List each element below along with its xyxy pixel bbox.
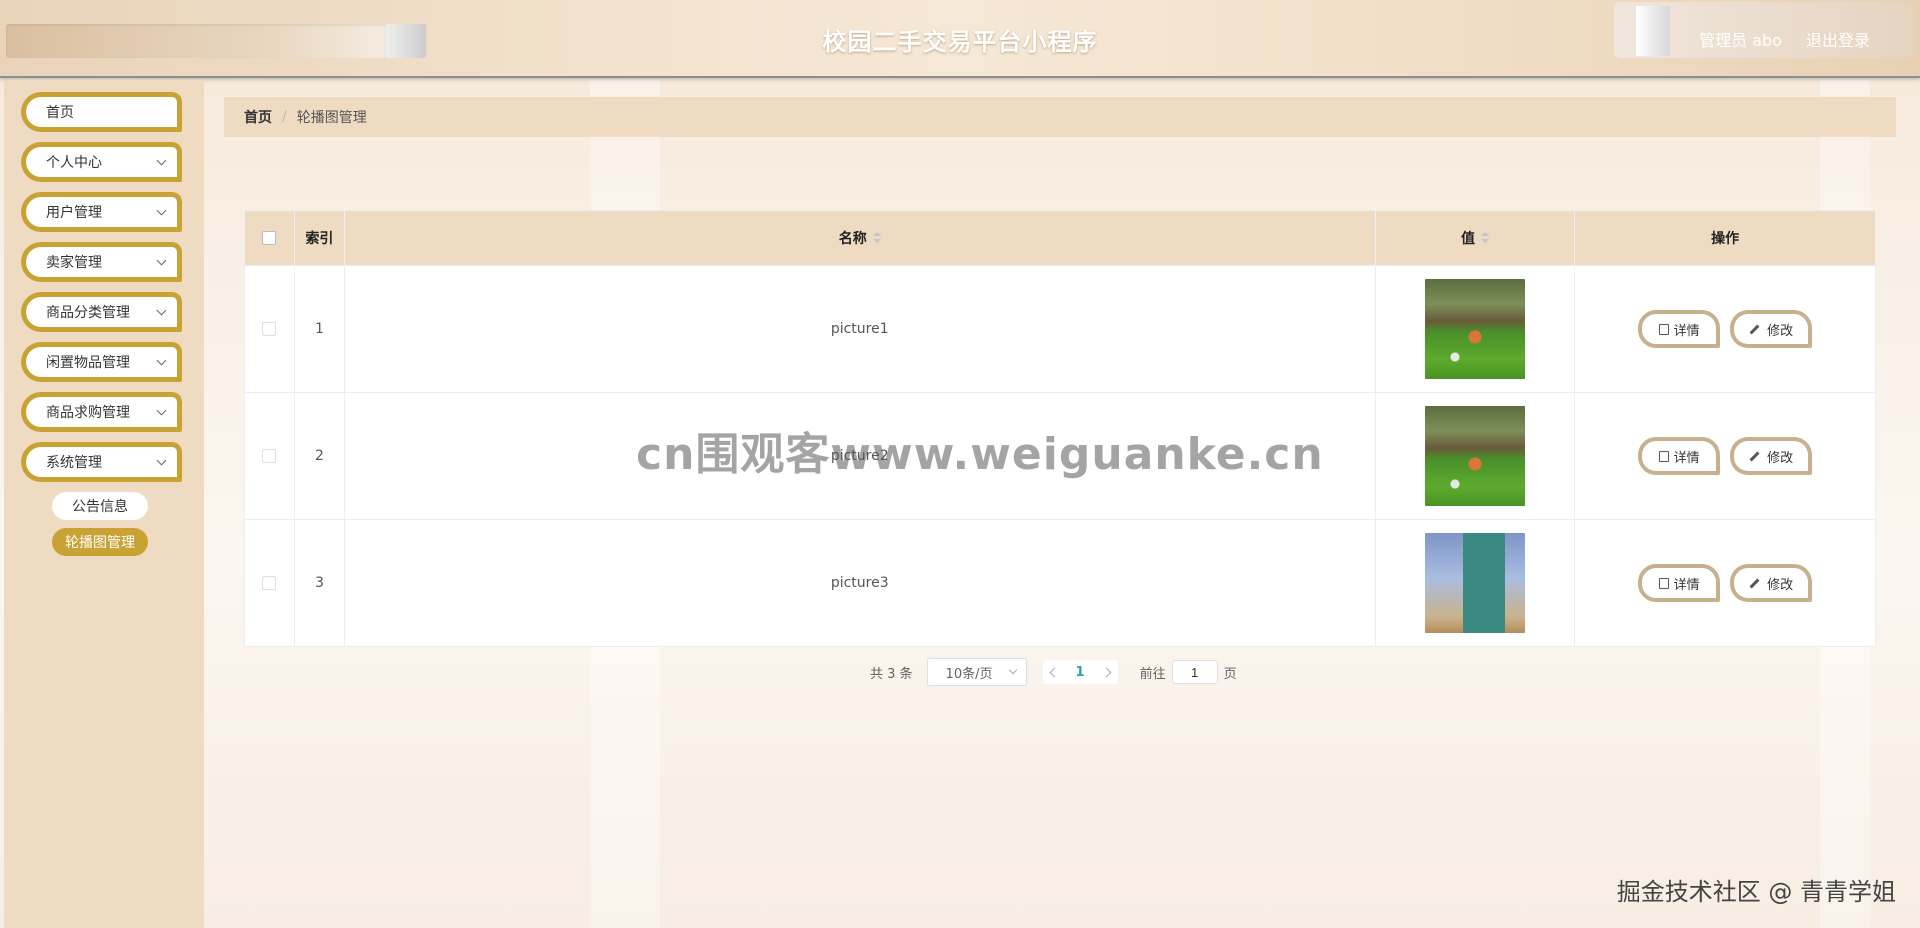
chevron-down-icon: [156, 355, 167, 366]
chevron-down-icon: [156, 455, 167, 466]
sort-icon[interactable]: [1480, 232, 1489, 244]
edit-button-label: 修改: [1767, 450, 1794, 466]
goto-label: 前往: [1139, 666, 1166, 682]
breadcrumb: 首页 / 轮播图管理: [224, 97, 1896, 137]
detail-button[interactable]: 详情: [1638, 437, 1721, 475]
watermark-center: cn围观客www.weiguanke.cn: [636, 429, 1324, 480]
row-index: 1: [314, 321, 324, 337]
page-size-value: 10条/页: [945, 666, 993, 682]
watermark-corner: 掘金技术社区 @ 青青学姐: [1616, 878, 1896, 906]
sidebar-item-personal-center[interactable]: 个人中心: [21, 142, 182, 182]
row-index: 2: [314, 448, 324, 464]
row-image-thumbnail[interactable]: [1424, 533, 1525, 633]
table-header: 索引 名称 值 操作: [245, 211, 1875, 265]
document-icon: [1658, 323, 1669, 335]
row-name: picture1: [830, 321, 889, 337]
sidebar-item-label: 闲置物品管理: [46, 355, 130, 371]
sidebar-item-label: 首页: [46, 105, 74, 121]
detail-button-label: 详情: [1673, 450, 1700, 466]
next-page-icon[interactable]: [1101, 667, 1112, 677]
sort-icon[interactable]: [872, 232, 881, 244]
sidebar-item-category-management[interactable]: 商品分类管理: [21, 292, 182, 332]
edit-button[interactable]: 修改: [1730, 437, 1813, 475]
edit-pen-icon: [1749, 578, 1760, 588]
table-row: 1 picture1 详情 修改: [245, 265, 1875, 392]
sidebar-item-label: 系统管理: [46, 455, 102, 471]
sidebar-item-user-management[interactable]: 用户管理: [21, 192, 182, 232]
edit-button[interactable]: 修改: [1730, 310, 1813, 348]
sidebar-item-seller-management[interactable]: 卖家管理: [21, 242, 182, 282]
current-user: 管理员 abo: [1699, 31, 1782, 50]
document-icon: [1658, 577, 1669, 589]
chevron-down-icon: [1008, 665, 1017, 675]
row-checkbox[interactable]: [262, 449, 277, 463]
sidebar-item-label: 卖家管理: [46, 255, 102, 271]
detail-button-label: 详情: [1673, 323, 1700, 339]
select-all-checkbox[interactable]: [262, 231, 277, 245]
document-icon: [1658, 450, 1669, 462]
row-index: 3: [314, 575, 324, 591]
edit-pen-icon: [1749, 451, 1760, 461]
sidebar-item-label: 商品求购管理: [46, 405, 130, 421]
edit-button[interactable]: 修改: [1730, 564, 1813, 602]
column-header-name: 名称: [838, 231, 867, 247]
sidebar-item-label: 用户管理: [46, 205, 102, 221]
pagination: 共 3 条 10条/页 1 前往 页: [870, 658, 1237, 686]
column-header-actions: 操作: [1711, 231, 1740, 247]
breadcrumb-home[interactable]: 首页: [244, 107, 272, 127]
page-number-group: 1: [1042, 660, 1118, 684]
chevron-down-icon: [156, 155, 167, 166]
edit-button-label: 修改: [1767, 323, 1794, 339]
logout-button[interactable]: 退出登录: [1806, 27, 1870, 51]
table-row: 3 picture3 详情 修改: [245, 519, 1875, 646]
sidebar-subitem-carousel-management[interactable]: 轮播图管理: [52, 528, 148, 556]
column-header-index: 索引: [305, 231, 334, 247]
chevron-down-icon: [156, 255, 167, 266]
chevron-down-icon: [156, 305, 167, 316]
breadcrumb-current: 轮播图管理: [296, 110, 367, 126]
row-checkbox[interactable]: [262, 322, 277, 336]
edit-button-label: 修改: [1767, 577, 1794, 593]
row-image-thumbnail[interactable]: [1424, 279, 1525, 379]
prev-page-icon[interactable]: [1049, 667, 1059, 677]
detail-button[interactable]: 详情: [1638, 310, 1721, 348]
detail-button[interactable]: 详情: [1638, 564, 1721, 602]
sidebar-subitem-announcements[interactable]: 公告信息: [52, 492, 148, 520]
column-header-value: 值: [1460, 231, 1475, 247]
chevron-down-icon: [156, 405, 167, 416]
page-number-current[interactable]: 1: [1076, 665, 1085, 680]
sidebar-item-system-management[interactable]: 系统管理: [21, 442, 182, 482]
goto-page-input[interactable]: [1171, 660, 1218, 684]
goto-page-suffix: 页: [1223, 666, 1237, 682]
sidebar-item-home[interactable]: 首页: [21, 92, 182, 132]
app-title: 校园二手交易平台小程序: [822, 28, 1098, 56]
detail-button-label: 详情: [1673, 577, 1700, 593]
sidebar-item-idle-goods-management[interactable]: 闲置物品管理: [21, 342, 182, 382]
edit-pen-icon: [1749, 324, 1760, 334]
sidebar-item-label: 个人中心: [46, 155, 102, 171]
sidebar-item-purchase-request-management[interactable]: 商品求购管理: [21, 392, 182, 432]
row-name: picture3: [830, 575, 889, 591]
sidebar-item-label: 商品分类管理: [46, 305, 130, 321]
top-header: 校园二手交易平台小程序 管理员 abo 退出登录: [0, 0, 1920, 78]
chevron-down-icon: [156, 205, 167, 216]
page-size-select[interactable]: 10条/页: [926, 658, 1027, 686]
pagination-total: 共 3 条: [870, 666, 913, 682]
breadcrumb-separator: /: [282, 109, 287, 125]
row-checkbox[interactable]: [262, 576, 277, 590]
row-image-thumbnail[interactable]: [1424, 406, 1525, 506]
